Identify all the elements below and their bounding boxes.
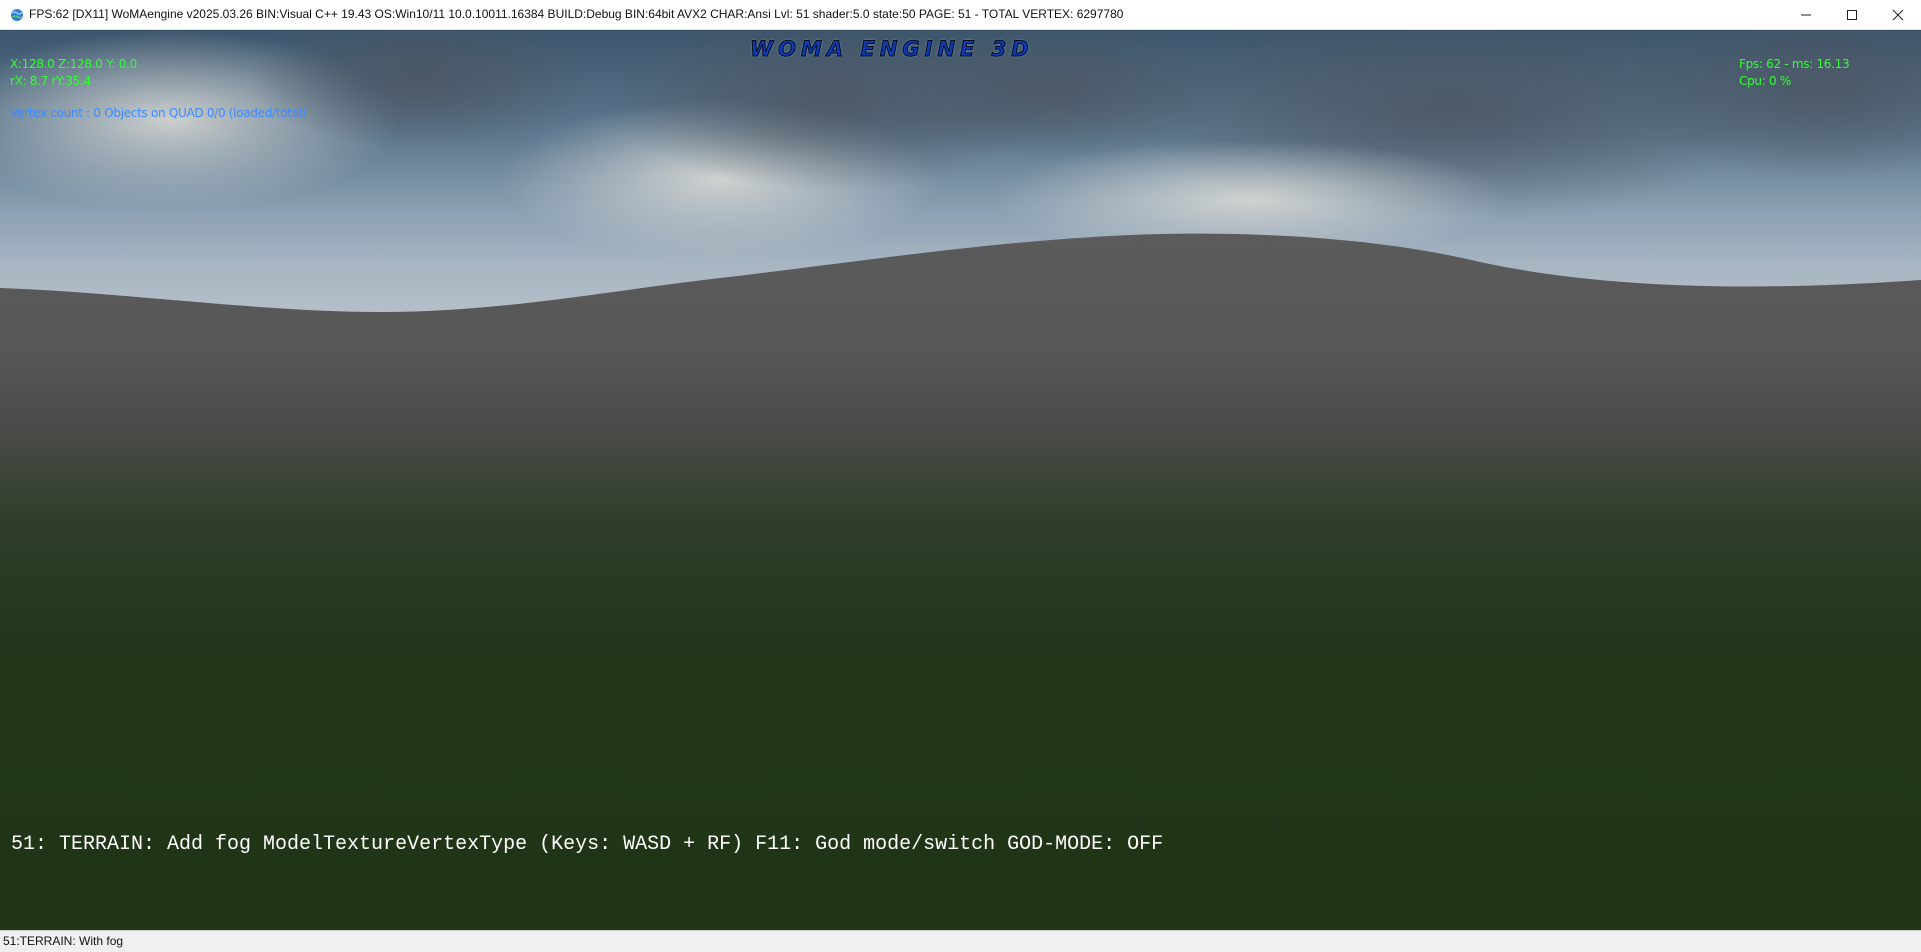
- maximize-button[interactable]: [1829, 0, 1875, 30]
- render-viewport[interactable]: WOMA ENGINE 3D X:128.0 Z:128.0 Y: 0.0 rX…: [0, 30, 1921, 930]
- fps-counter: Fps: 62 - ms: 16.13: [1739, 57, 1850, 71]
- minimize-icon: [1801, 14, 1811, 16]
- terrain-scene: [0, 30, 1921, 930]
- status-bar: 51:TERRAIN: With fog: [0, 930, 1921, 952]
- window-titlebar[interactable]: FPS:62 [DX11] WoMAengine v2025.03.26 BIN…: [0, 0, 1921, 30]
- maximize-icon: [1847, 10, 1857, 20]
- cpu-usage: Cpu: 0 %: [1739, 74, 1791, 88]
- engine-logo: WOMA ENGINE 3D: [750, 37, 1034, 62]
- window-title: FPS:62 [DX11] WoMAengine v2025.03.26 BIN…: [29, 7, 1124, 21]
- globe-icon: [11, 9, 23, 21]
- camera-rotation: rX: 8.7 rY:35.4: [10, 74, 91, 88]
- close-icon: [1892, 9, 1904, 21]
- status-text: 51:TERRAIN: With fog: [3, 934, 124, 948]
- minimize-button[interactable]: [1783, 0, 1829, 30]
- close-button[interactable]: [1875, 0, 1921, 30]
- vertex-count-label: Vertex count : 0 Objects on QUAD 0/0 (lo…: [10, 106, 307, 120]
- camera-position: X:128.0 Z:128.0 Y: 0.0: [10, 57, 137, 71]
- console-output: 51: TERRAIN: Add fog ModelTextureVertexT…: [11, 833, 1164, 856]
